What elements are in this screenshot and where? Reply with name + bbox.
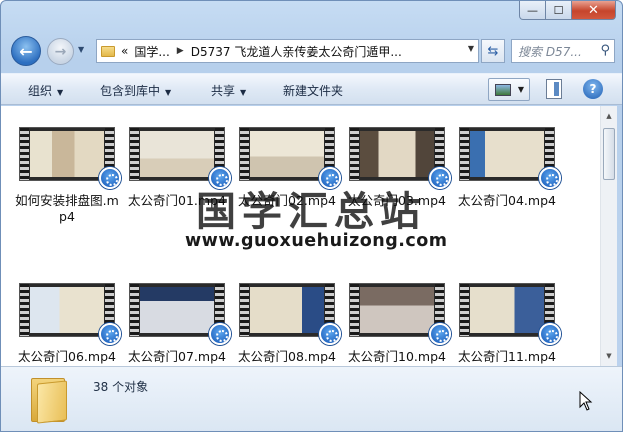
media-player-icon — [99, 323, 121, 345]
filmstrip-edge — [240, 128, 249, 180]
folder-icon — [101, 45, 115, 57]
filmstrip-edge — [460, 128, 469, 180]
back-button[interactable]: ← — [11, 36, 41, 66]
video-thumbnail — [349, 283, 451, 345]
video-frame — [470, 131, 544, 177]
file-item[interactable]: 太公奇门11.mp4 — [454, 283, 561, 365]
video-thumbnail — [129, 283, 231, 345]
scroll-down-icon[interactable]: ▼ — [601, 348, 617, 364]
mouse-cursor-icon — [579, 391, 593, 411]
file-name: 太公奇门04.mp4 — [458, 193, 556, 208]
media-player-icon — [539, 167, 561, 189]
filmstrip-edge — [460, 284, 469, 336]
video-frame — [250, 131, 324, 177]
search-placeholder: 搜索 D57... — [518, 44, 582, 59]
filmstrip-edge — [350, 284, 359, 336]
help-icon: ? — [589, 82, 597, 96]
video-thumbnail — [459, 127, 561, 189]
file-name: 太公奇门07.mp4 — [128, 349, 226, 364]
watermark-url: www.guoxuehuizong.com — [185, 231, 448, 251]
media-player-icon — [319, 323, 341, 345]
organize-menu[interactable]: 组织 ▼ — [28, 82, 63, 99]
include-in-library-menu[interactable]: 包含到库中 ▼ — [100, 82, 171, 99]
forward-button[interactable]: → — [47, 38, 74, 65]
chevron-right-icon[interactable]: ▶ — [177, 46, 184, 56]
video-thumbnail — [19, 127, 121, 189]
folder-icon — [29, 376, 69, 424]
file-name: 太公奇门11.mp4 — [458, 349, 556, 364]
file-item[interactable]: 如何安装排盘图.mp4 — [14, 127, 121, 225]
chevron-down-icon: ▼ — [517, 85, 524, 94]
video-frame — [360, 287, 434, 333]
filmstrip-edge — [130, 284, 139, 336]
breadcrumb-item[interactable]: D5737 飞龙道人亲传姜太公奇门遁甲... — [191, 43, 402, 60]
arrow-right-icon: → — [54, 43, 67, 60]
details-pane: 38 个对象 — [1, 366, 622, 431]
video-frame — [140, 287, 214, 333]
command-bar: 组织 ▼ 包含到库中 ▼ 共享 ▼ 新建文件夹 ▼ ? — [1, 73, 622, 105]
filmstrip-edge — [20, 128, 29, 180]
watermark-title: 国学汇总站 — [196, 188, 426, 235]
media-player-icon — [539, 323, 561, 345]
change-view-button[interactable]: ▼ — [488, 78, 530, 101]
chevron-down-icon: ▼ — [240, 88, 247, 97]
scroll-up-icon[interactable]: ▲ — [601, 108, 617, 124]
filmstrip-edge — [130, 128, 139, 180]
close-button[interactable]: ✕ — [572, 1, 616, 20]
video-frame — [470, 287, 544, 333]
video-frame — [30, 287, 104, 333]
refresh-icon: ⇆ — [487, 43, 499, 59]
filmstrip-edge — [350, 128, 359, 180]
maximize-button[interactable]: ☐ — [546, 1, 572, 20]
file-name: 太公奇门08.mp4 — [238, 349, 336, 364]
breadcrumb-overflow[interactable]: « — [121, 44, 128, 58]
media-player-icon — [99, 167, 121, 189]
share-menu[interactable]: 共享 ▼ — [211, 82, 246, 99]
filmstrip-edge — [240, 284, 249, 336]
video-thumbnail — [349, 127, 451, 189]
address-bar[interactable]: « 国学... ▶ D5737 飞龙道人亲传姜太公奇门遁甲... ▼ — [96, 39, 479, 63]
media-player-icon — [429, 167, 451, 189]
navigation-bar: ← → ▼ « 国学... ▶ D5737 飞龙道人亲传姜太公奇门遁甲... ▼… — [1, 35, 622, 67]
caption-buttons: — ☐ ✕ — [519, 1, 616, 20]
file-name: 太公奇门10.mp4 — [348, 349, 446, 364]
video-thumbnail — [129, 127, 231, 189]
file-item[interactable]: 太公奇门06.mp4 — [14, 283, 121, 365]
scrollbar-thumb[interactable] — [603, 128, 615, 180]
breadcrumb-item[interactable]: 国学... — [134, 43, 169, 60]
filmstrip-edge — [20, 284, 29, 336]
video-thumbnail — [239, 283, 341, 345]
video-thumbnail — [19, 283, 121, 345]
refresh-button[interactable]: ⇆ — [481, 39, 505, 63]
file-item[interactable]: 太公奇门08.mp4 — [234, 283, 341, 365]
arrow-left-icon: ← — [19, 41, 33, 61]
video-thumbnail — [459, 283, 561, 345]
media-player-icon — [429, 323, 451, 345]
file-item[interactable]: 太公奇门10.mp4 — [344, 283, 451, 365]
media-player-icon — [209, 323, 231, 345]
preview-pane-button[interactable] — [546, 79, 562, 99]
file-name: 太公奇门06.mp4 — [18, 349, 116, 364]
video-frame — [30, 131, 104, 177]
chevron-down-icon[interactable]: ▼ — [468, 44, 474, 53]
help-button[interactable]: ? — [583, 79, 603, 99]
video-frame — [140, 131, 214, 177]
explorer-window: — ☐ ✕ ← → ▼ « 国学... ▶ D5737 飞龙道人亲传姜太公奇门遁… — [0, 0, 623, 432]
file-item[interactable]: 太公奇门04.mp4 — [454, 127, 561, 209]
vertical-scrollbar[interactable]: ▲ ▼ — [600, 106, 617, 366]
video-frame — [250, 287, 324, 333]
chevron-down-icon: ▼ — [165, 88, 172, 97]
search-icon[interactable]: ⚲ — [600, 43, 610, 58]
file-name: 如何安装排盘图.mp4 — [15, 193, 119, 224]
search-input[interactable]: 搜索 D57... ⚲ — [511, 39, 615, 63]
file-item[interactable]: 太公奇门07.mp4 — [124, 283, 231, 365]
object-count: 38 个对象 — [93, 380, 149, 394]
video-frame — [360, 131, 434, 177]
video-thumbnail — [239, 127, 341, 189]
view-thumbnail-icon — [495, 84, 511, 96]
chevron-down-icon: ▼ — [57, 88, 64, 97]
minimize-button[interactable]: — — [519, 1, 546, 20]
recent-pages-dropdown[interactable]: ▼ — [78, 45, 84, 54]
new-folder-button[interactable]: 新建文件夹 — [283, 82, 343, 99]
